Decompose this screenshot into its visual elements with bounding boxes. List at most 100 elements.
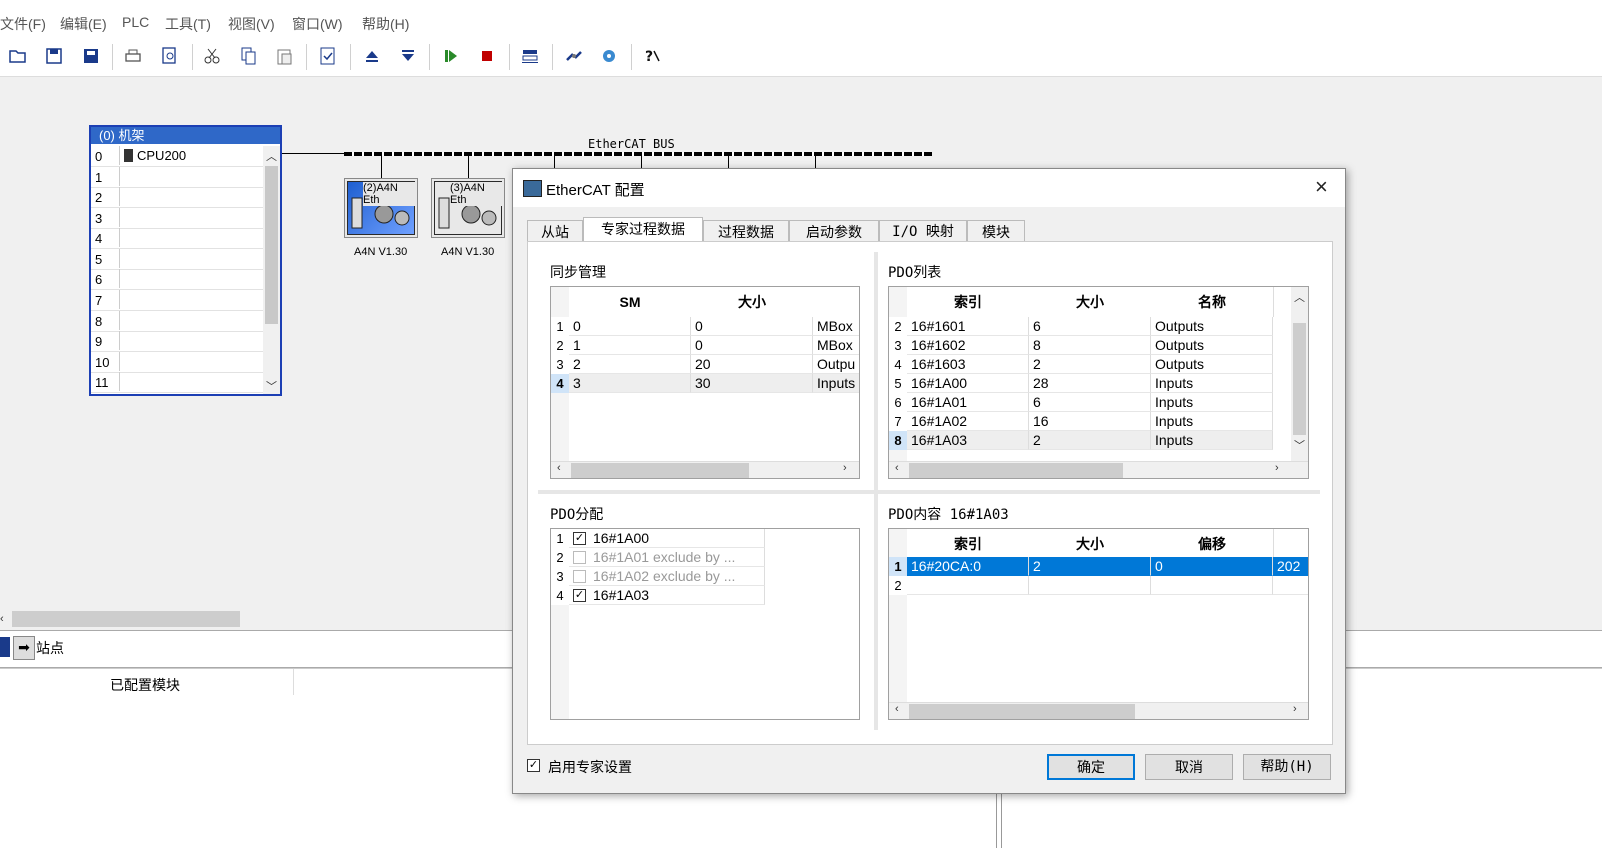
column-header-size[interactable]: 大小 xyxy=(1029,287,1152,317)
save-icon[interactable] xyxy=(42,44,66,68)
pdo-assign-checkbox[interactable] xyxy=(573,551,586,564)
save-all-icon[interactable] xyxy=(78,44,102,68)
pdo-assign-item[interactable]: ✓ 16#1A00 xyxy=(569,529,765,548)
rack-slot[interactable]: 9 xyxy=(91,331,263,352)
copy-icon[interactable] xyxy=(237,44,261,68)
index-cell[interactable]: 16#1A00 xyxy=(907,374,1029,393)
pdo-list-hscrollbar[interactable]: ‹ › xyxy=(889,461,1308,478)
name-cell[interactable] xyxy=(1273,576,1308,595)
rack-slot[interactable]: 2 xyxy=(91,187,263,208)
name-cell[interactable]: Inputs xyxy=(1151,412,1273,431)
print-icon[interactable] xyxy=(121,44,145,68)
index-cell[interactable]: 16#1A03 xyxy=(907,431,1029,450)
name-cell[interactable]: Outputs xyxy=(1151,317,1273,336)
rack-slot[interactable]: 4 xyxy=(91,228,263,249)
offset-cell[interactable]: 0 xyxy=(1151,557,1273,576)
name-cell[interactable]: Outputs xyxy=(1151,336,1273,355)
main-scroll-thumb[interactable] xyxy=(12,611,240,627)
slave-device[interactable]: (2)A4N Eth xyxy=(344,178,418,238)
run-icon[interactable] xyxy=(439,44,463,68)
pdo-list-grid[interactable]: 索引 大小 名称 2 16#1601 6 Outputs 3 16#1602 8… xyxy=(888,286,1309,479)
size-cell[interactable]: 8 xyxy=(1029,336,1151,355)
column-header-size[interactable]: 大小 xyxy=(1029,529,1152,559)
name-cell[interactable]: Inputs xyxy=(1151,431,1273,450)
column-header-name[interactable] xyxy=(813,287,859,317)
rack-slot[interactable]: 1 xyxy=(91,167,263,188)
menu-help[interactable]: 帮助(H) xyxy=(362,14,409,34)
chevron-down-icon[interactable]: ﹀ xyxy=(1294,437,1305,453)
rack-slot[interactable]: 3 xyxy=(91,208,263,229)
index-cell[interactable]: 16#1602 xyxy=(907,336,1029,355)
tab-slave[interactable]: 从站 xyxy=(527,220,583,242)
open-icon[interactable] xyxy=(6,44,30,68)
pdo-list-vscrollbar[interactable]: ︿ ﹀ xyxy=(1291,287,1308,461)
column-header-name[interactable]: 名称 xyxy=(1151,287,1274,317)
column-header-index[interactable]: 索引 xyxy=(907,529,1030,559)
pdo-content-grid[interactable]: 索引 大小 偏移 1 16#20CA:0 2 0 202 2 ‹ › xyxy=(888,528,1309,720)
name-cell[interactable]: Inputs xyxy=(1151,374,1273,393)
index-cell[interactable]: 16#1601 xyxy=(907,317,1029,336)
column-header-size[interactable]: 大小 xyxy=(691,287,814,317)
chevron-up-icon[interactable]: ︿ xyxy=(266,148,277,164)
name-cell[interactable]: 202 xyxy=(1273,557,1308,576)
tab-startup-params[interactable]: 启动参数 xyxy=(789,220,879,242)
rack-slot[interactable]: 5 xyxy=(91,249,263,270)
expert-settings-label[interactable]: 启用专家设置 xyxy=(548,757,632,777)
chevron-left-icon[interactable]: ‹ xyxy=(557,462,561,474)
menu-edit[interactable]: 编辑(E) xyxy=(60,14,107,34)
size-cell[interactable]: 16 xyxy=(1029,412,1151,431)
chevron-left-icon[interactable]: ‹ xyxy=(895,703,899,715)
menu-tools[interactable]: 工具(T) xyxy=(165,14,211,34)
download-icon[interactable] xyxy=(396,44,420,68)
name-cell[interactable]: Inputs xyxy=(813,374,859,393)
upload-icon[interactable] xyxy=(360,44,384,68)
menu-plc[interactable]: PLC xyxy=(122,14,149,30)
ethercat-bus[interactable] xyxy=(344,152,932,156)
column-header-index[interactable]: 索引 xyxy=(907,287,1030,317)
menu-window[interactable]: 窗口(W) xyxy=(292,14,343,34)
rack-slot[interactable]: 6 xyxy=(91,269,263,290)
arrow-right-icon[interactable]: ➡ xyxy=(13,636,35,660)
name-cell[interactable]: MBox xyxy=(813,336,859,355)
close-icon[interactable]: × xyxy=(1315,174,1328,200)
pdo-list-vscroll-thumb[interactable] xyxy=(1293,323,1306,435)
rack-scroll-thumb[interactable] xyxy=(265,166,278,324)
chevron-right-icon[interactable]: › xyxy=(1275,462,1279,474)
chevron-right-icon[interactable]: › xyxy=(1293,703,1297,715)
sync-manager-grid[interactable]: SM 大小 1 0 0 MBox 2 1 0 MBox 3 2 20 Outpu… xyxy=(550,286,860,479)
tab-expert-process-data[interactable]: 专家过程数据 xyxy=(583,217,703,243)
print-preview-icon[interactable] xyxy=(158,44,182,68)
collapse-icon[interactable] xyxy=(0,637,10,657)
size-cell[interactable]: 2 xyxy=(1029,431,1151,450)
pdo-assign-item[interactable]: 16#1A01 exclude by ... xyxy=(569,548,765,567)
size-cell[interactable]: 2 xyxy=(1029,355,1151,374)
index-cell[interactable]: 16#1603 xyxy=(907,355,1029,374)
help-icon[interactable]: ? xyxy=(640,44,664,68)
online-icon[interactable] xyxy=(597,44,621,68)
pdo-assign-checkbox[interactable] xyxy=(573,570,586,583)
chevron-left-icon[interactable]: ‹ xyxy=(895,462,899,474)
size-cell[interactable]: 6 xyxy=(1029,317,1151,336)
network-icon[interactable] xyxy=(518,44,542,68)
menu-view[interactable]: 视图(V) xyxy=(228,14,275,34)
rack-slot[interactable]: 0 CPU200 xyxy=(91,146,263,167)
pdo-assign-list[interactable]: 1 ✓ 16#1A00 2 16#1A01 exclude by ... 3 1… xyxy=(550,528,860,720)
pdo-assign-checkbox[interactable]: ✓ xyxy=(573,589,586,602)
chevron-up-icon[interactable]: ︿ xyxy=(1294,289,1305,305)
chevron-down-icon[interactable]: ﹀ xyxy=(266,378,277,394)
size-cell[interactable]: 0 xyxy=(691,336,813,355)
pdo-content-hscrollbar[interactable]: ‹ › xyxy=(889,702,1308,719)
chevron-right-icon[interactable]: › xyxy=(843,462,847,474)
expert-settings-checkbox[interactable]: ✓ xyxy=(527,759,540,772)
sync-scroll-thumb[interactable] xyxy=(571,463,749,478)
tab-module[interactable]: 模块 xyxy=(967,220,1025,242)
link-icon[interactable] xyxy=(562,44,586,68)
menu-file[interactable]: 文件(F) xyxy=(0,14,46,34)
name-cell[interactable]: Outpu xyxy=(813,355,859,374)
rack-slot[interactable]: 11 xyxy=(91,372,263,393)
cancel-button[interactable]: 取消 xyxy=(1145,754,1233,780)
paste-icon[interactable] xyxy=(273,44,297,68)
cut-icon[interactable] xyxy=(200,44,224,68)
sm-cell[interactable]: 1 xyxy=(569,336,691,355)
rack-slot[interactable]: 8 xyxy=(91,311,263,332)
